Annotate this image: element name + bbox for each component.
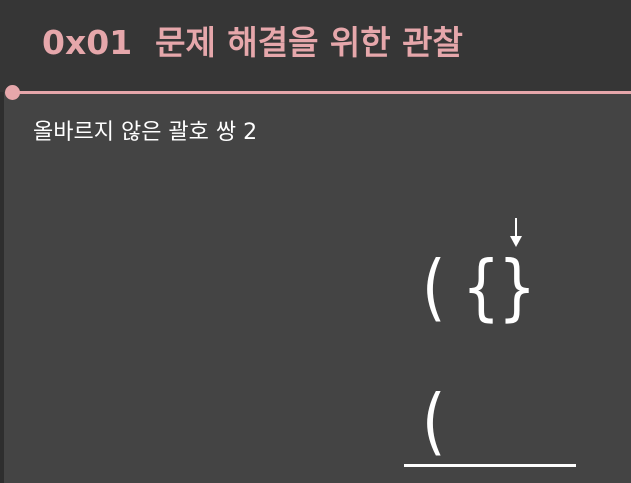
title-divider bbox=[12, 91, 631, 94]
pointer-arrow-icon bbox=[510, 218, 522, 247]
stack-bracket-1: ( bbox=[422, 380, 446, 464]
input-bracket-3: } bbox=[498, 246, 537, 330]
stack-base-line bbox=[404, 464, 576, 467]
divider-dot bbox=[5, 85, 20, 100]
input-bracket-2: { bbox=[462, 246, 501, 330]
slide-subtitle: 올바르지 않은 괄호 쌍 2 bbox=[33, 120, 258, 145]
slide-title: 0x01 문제 해결을 위한 관찰 bbox=[42, 23, 463, 62]
input-bracket-1: ( bbox=[422, 246, 446, 330]
